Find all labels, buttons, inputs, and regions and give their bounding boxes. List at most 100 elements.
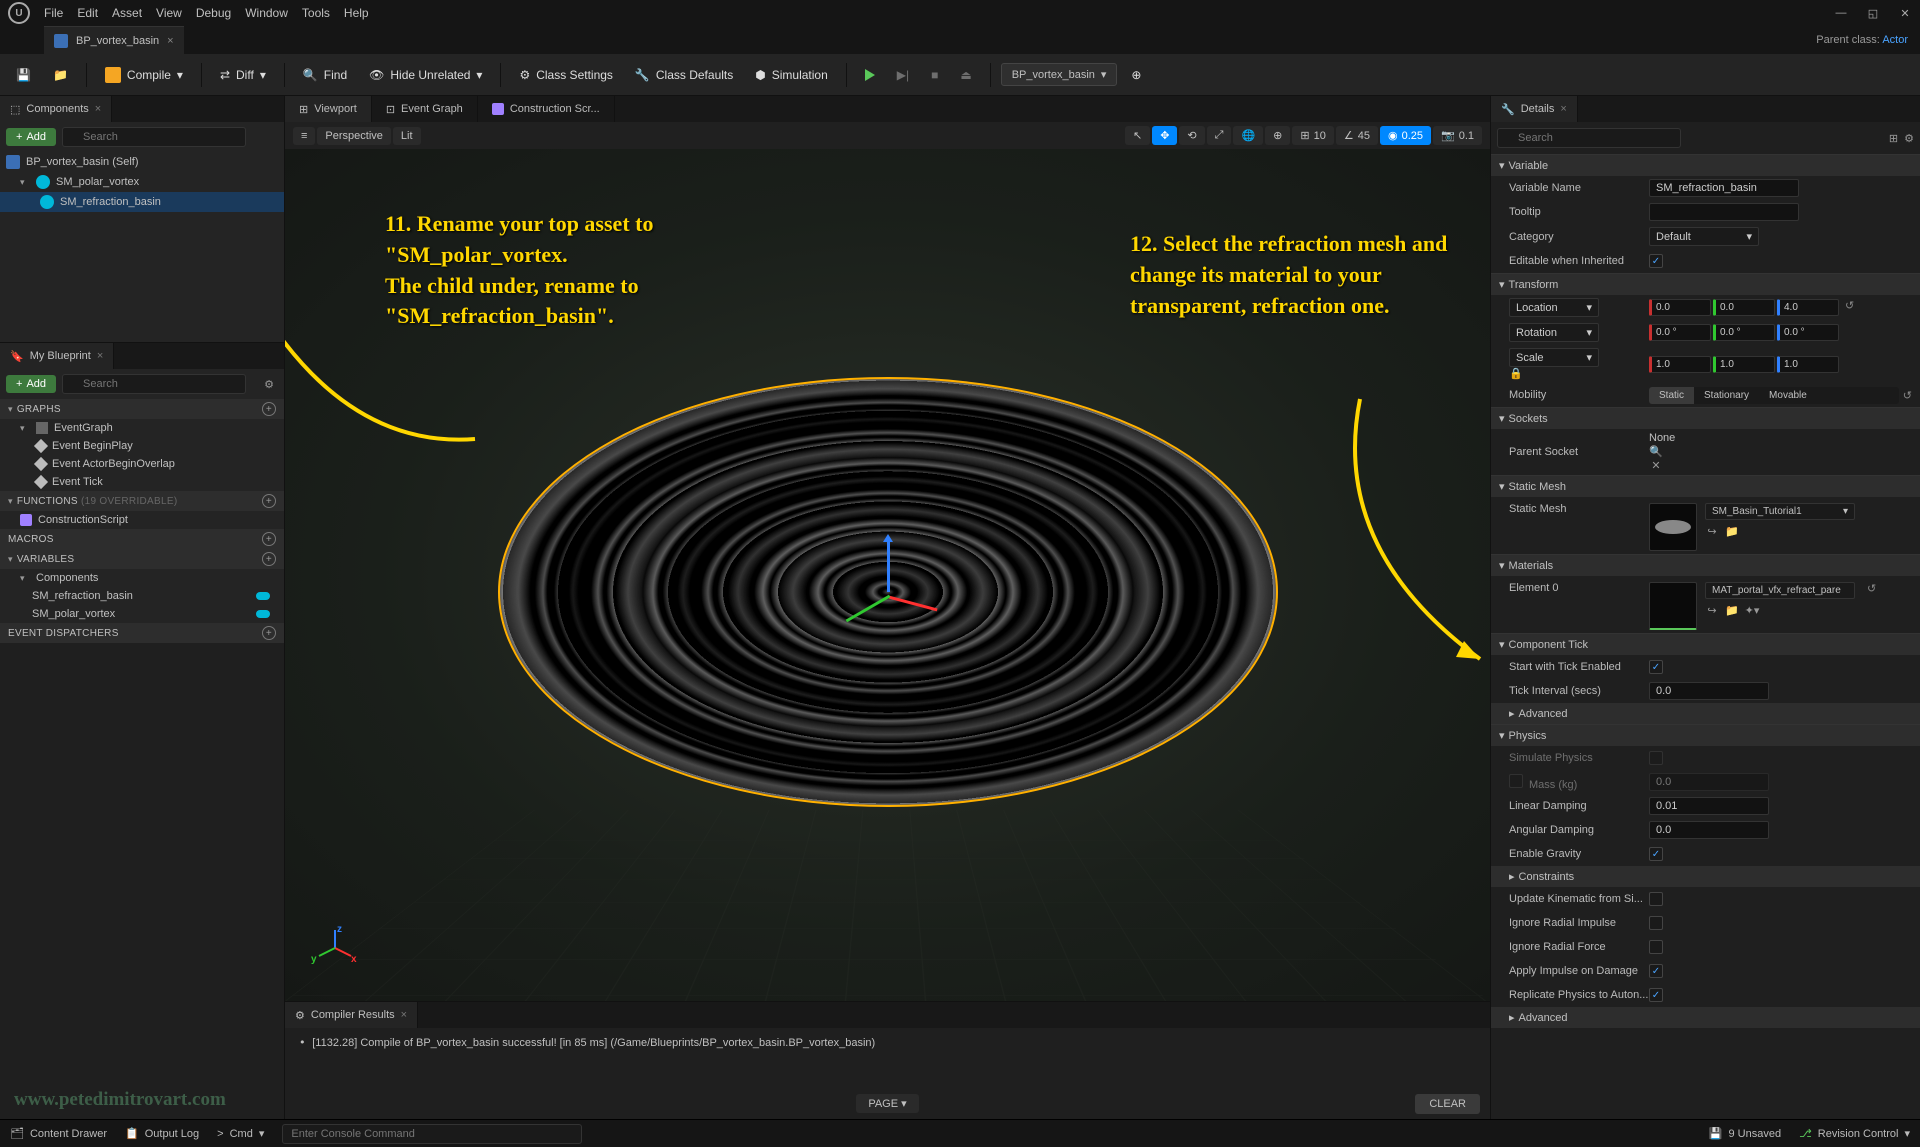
tooltip-input[interactable] xyxy=(1649,203,1799,221)
grid-snap-button[interactable]: ⊞ 10 xyxy=(1292,126,1333,145)
document-tab[interactable]: BP_vortex_basin × xyxy=(44,26,184,54)
close-icon[interactable]: ✕ xyxy=(1898,6,1912,20)
tab-close-icon[interactable]: × xyxy=(97,350,103,362)
scale-y-input[interactable] xyxy=(1713,356,1775,373)
mobility-movable-button[interactable]: Movable xyxy=(1759,387,1817,404)
angular-damping-input[interactable] xyxy=(1649,821,1769,839)
rotation-dropdown[interactable]: Rotation▾ xyxy=(1509,323,1599,342)
compiler-results-tab[interactable]: ⚙ Compiler Results × xyxy=(285,1002,418,1028)
scale-snap-button[interactable]: ◉ 0.25 xyxy=(1380,126,1431,145)
console-command-input[interactable] xyxy=(282,1124,582,1144)
category-dropdown[interactable]: Default▾ xyxy=(1649,227,1759,246)
mobility-stationary-button[interactable]: Stationary xyxy=(1694,387,1759,404)
minimize-icon[interactable]: — xyxy=(1834,6,1848,20)
event-item[interactable]: Event BeginPlay xyxy=(0,437,284,455)
debug-object-selector[interactable]: BP_vortex_basin▾ xyxy=(1001,63,1118,86)
simulate-physics-checkbox[interactable] xyxy=(1649,751,1663,765)
tab-viewport[interactable]: ⊞Viewport xyxy=(285,96,372,122)
tab-close-icon[interactable]: × xyxy=(401,1009,407,1021)
location-z-input[interactable] xyxy=(1777,299,1839,316)
mass-override-checkbox[interactable] xyxy=(1509,774,1523,788)
constraints-header[interactable]: ▸Constraints xyxy=(1491,866,1920,887)
viewport-menu-button[interactable]: ≡ xyxy=(293,127,315,145)
variable-item[interactable]: SM_polar_vortex xyxy=(0,605,284,623)
filter-icon[interactable]: ⊞ xyxy=(1889,132,1898,145)
camera-speed-button[interactable]: 📷 0.1 xyxy=(1433,126,1482,145)
location-dropdown[interactable]: Location▾ xyxy=(1509,298,1599,317)
ignore-force-checkbox[interactable] xyxy=(1649,940,1663,954)
menu-asset[interactable]: Asset xyxy=(112,6,142,20)
content-drawer-button[interactable]: 🗂Content Drawer xyxy=(10,1127,107,1140)
section-header-transform[interactable]: ▾Transform xyxy=(1491,274,1920,295)
tick-interval-input[interactable] xyxy=(1649,682,1769,700)
mesh-thumbnail[interactable] xyxy=(1649,503,1697,551)
add-component-button[interactable]: + Add xyxy=(6,128,56,146)
gear-icon[interactable]: ⚙ xyxy=(1904,132,1914,145)
revision-control-button[interactable]: ⎇Revision Control ▾ xyxy=(1799,1127,1910,1140)
reset-icon[interactable]: ↺ xyxy=(1903,389,1912,402)
maximize-icon[interactable]: ◱ xyxy=(1866,6,1880,20)
scale-z-input[interactable] xyxy=(1777,356,1839,373)
location-x-input[interactable] xyxy=(1649,299,1711,316)
add-dispatcher-button[interactable]: + xyxy=(262,626,276,640)
expand-icon[interactable]: ▾ xyxy=(20,423,30,434)
menu-view[interactable]: View xyxy=(156,6,182,20)
section-header-static-mesh[interactable]: ▾Static Mesh xyxy=(1491,476,1920,497)
lock-icon[interactable]: 🔒 xyxy=(1509,368,1523,380)
use-selected-icon[interactable]: ↪ xyxy=(1705,603,1719,617)
surface-snap-button[interactable]: ⊕ xyxy=(1265,126,1290,145)
location-y-input[interactable] xyxy=(1713,299,1775,316)
section-header-sockets[interactable]: ▾Sockets xyxy=(1491,408,1920,429)
reset-icon[interactable]: ↺ xyxy=(1867,582,1876,595)
simulation-button[interactable]: ⬢Simulation xyxy=(747,64,836,86)
static-mesh-dropdown[interactable]: SM_Basin_Tutorial1▾ xyxy=(1705,503,1855,520)
add-variable-button[interactable]: + xyxy=(262,552,276,566)
my-blueprint-tab[interactable]: 🔖 My Blueprint × xyxy=(0,343,114,369)
gravity-checkbox[interactable] xyxy=(1649,847,1663,861)
menu-tools[interactable]: Tools xyxy=(302,6,330,20)
add-blueprint-button[interactable]: + Add xyxy=(6,375,56,393)
section-dispatchers[interactable]: EVENT DISPATCHERS + xyxy=(0,623,284,643)
locate-button[interactable]: ⊕ xyxy=(1123,64,1149,86)
material-dropdown[interactable]: MAT_portal_vfx_refract_pare xyxy=(1705,582,1855,599)
add-graph-button[interactable]: + xyxy=(262,402,276,416)
rotation-x-input[interactable] xyxy=(1649,324,1711,341)
skip-button[interactable]: ▶| xyxy=(889,64,917,86)
scale-dropdown[interactable]: Scale▾ xyxy=(1509,348,1599,367)
section-functions[interactable]: ▾FUNCTIONS (19 OVERRIDABLE) + xyxy=(0,491,284,511)
variable-item[interactable]: SM_refraction_basin xyxy=(0,587,284,605)
browse-icon[interactable]: 📁 xyxy=(1725,603,1739,617)
advanced-header[interactable]: ▸Advanced xyxy=(1491,1007,1920,1028)
find-button[interactable]: 🔍Find xyxy=(295,64,355,86)
component-tree-row[interactable]: ▾ SM_polar_vortex xyxy=(0,172,284,192)
tab-event-graph[interactable]: ⊡Event Graph xyxy=(372,96,478,122)
ignore-impulse-checkbox[interactable] xyxy=(1649,916,1663,930)
component-tree-row-self[interactable]: BP_vortex_basin (Self) xyxy=(0,152,284,172)
components-tab[interactable]: ⬚ Components × xyxy=(0,96,112,122)
move-tool-button[interactable]: ✥ xyxy=(1152,126,1177,145)
page-button[interactable]: PAGE ▾ xyxy=(856,1094,918,1113)
section-header-physics[interactable]: ▾Physics xyxy=(1491,725,1920,746)
section-header-component-tick[interactable]: ▾Component Tick xyxy=(1491,634,1920,655)
details-search-input[interactable] xyxy=(1497,128,1681,148)
browse-button[interactable]: 📁 xyxy=(45,64,76,86)
section-graphs[interactable]: ▾GRAPHS + xyxy=(0,399,284,419)
tab-close-icon[interactable]: × xyxy=(95,103,101,115)
scale-tool-button[interactable]: ⤢ xyxy=(1207,126,1232,145)
graph-item-eventgraph[interactable]: ▾EventGraph xyxy=(0,419,284,437)
output-log-button[interactable]: 📋Output Log xyxy=(125,1127,199,1140)
class-settings-button[interactable]: ⚙Class Settings xyxy=(511,64,620,86)
menu-edit[interactable]: Edit xyxy=(77,6,98,20)
rotate-tool-button[interactable]: ⟲ xyxy=(1179,126,1204,145)
stop-button[interactable]: ■ xyxy=(923,64,946,86)
section-header-variable[interactable]: ▾Variable xyxy=(1491,155,1920,176)
browse-icon[interactable]: 🔍 xyxy=(1649,444,1663,458)
reset-icon[interactable]: ✦▾ xyxy=(1745,603,1759,617)
mobility-static-button[interactable]: Static xyxy=(1649,387,1694,404)
play-button[interactable] xyxy=(857,65,883,85)
lit-mode-button[interactable]: Lit xyxy=(393,127,421,145)
event-item[interactable]: Event ActorBeginOverlap xyxy=(0,455,284,473)
gear-icon[interactable]: ⚙ xyxy=(264,378,274,391)
add-macro-button[interactable]: + xyxy=(262,532,276,546)
components-search-input[interactable] xyxy=(62,127,246,147)
